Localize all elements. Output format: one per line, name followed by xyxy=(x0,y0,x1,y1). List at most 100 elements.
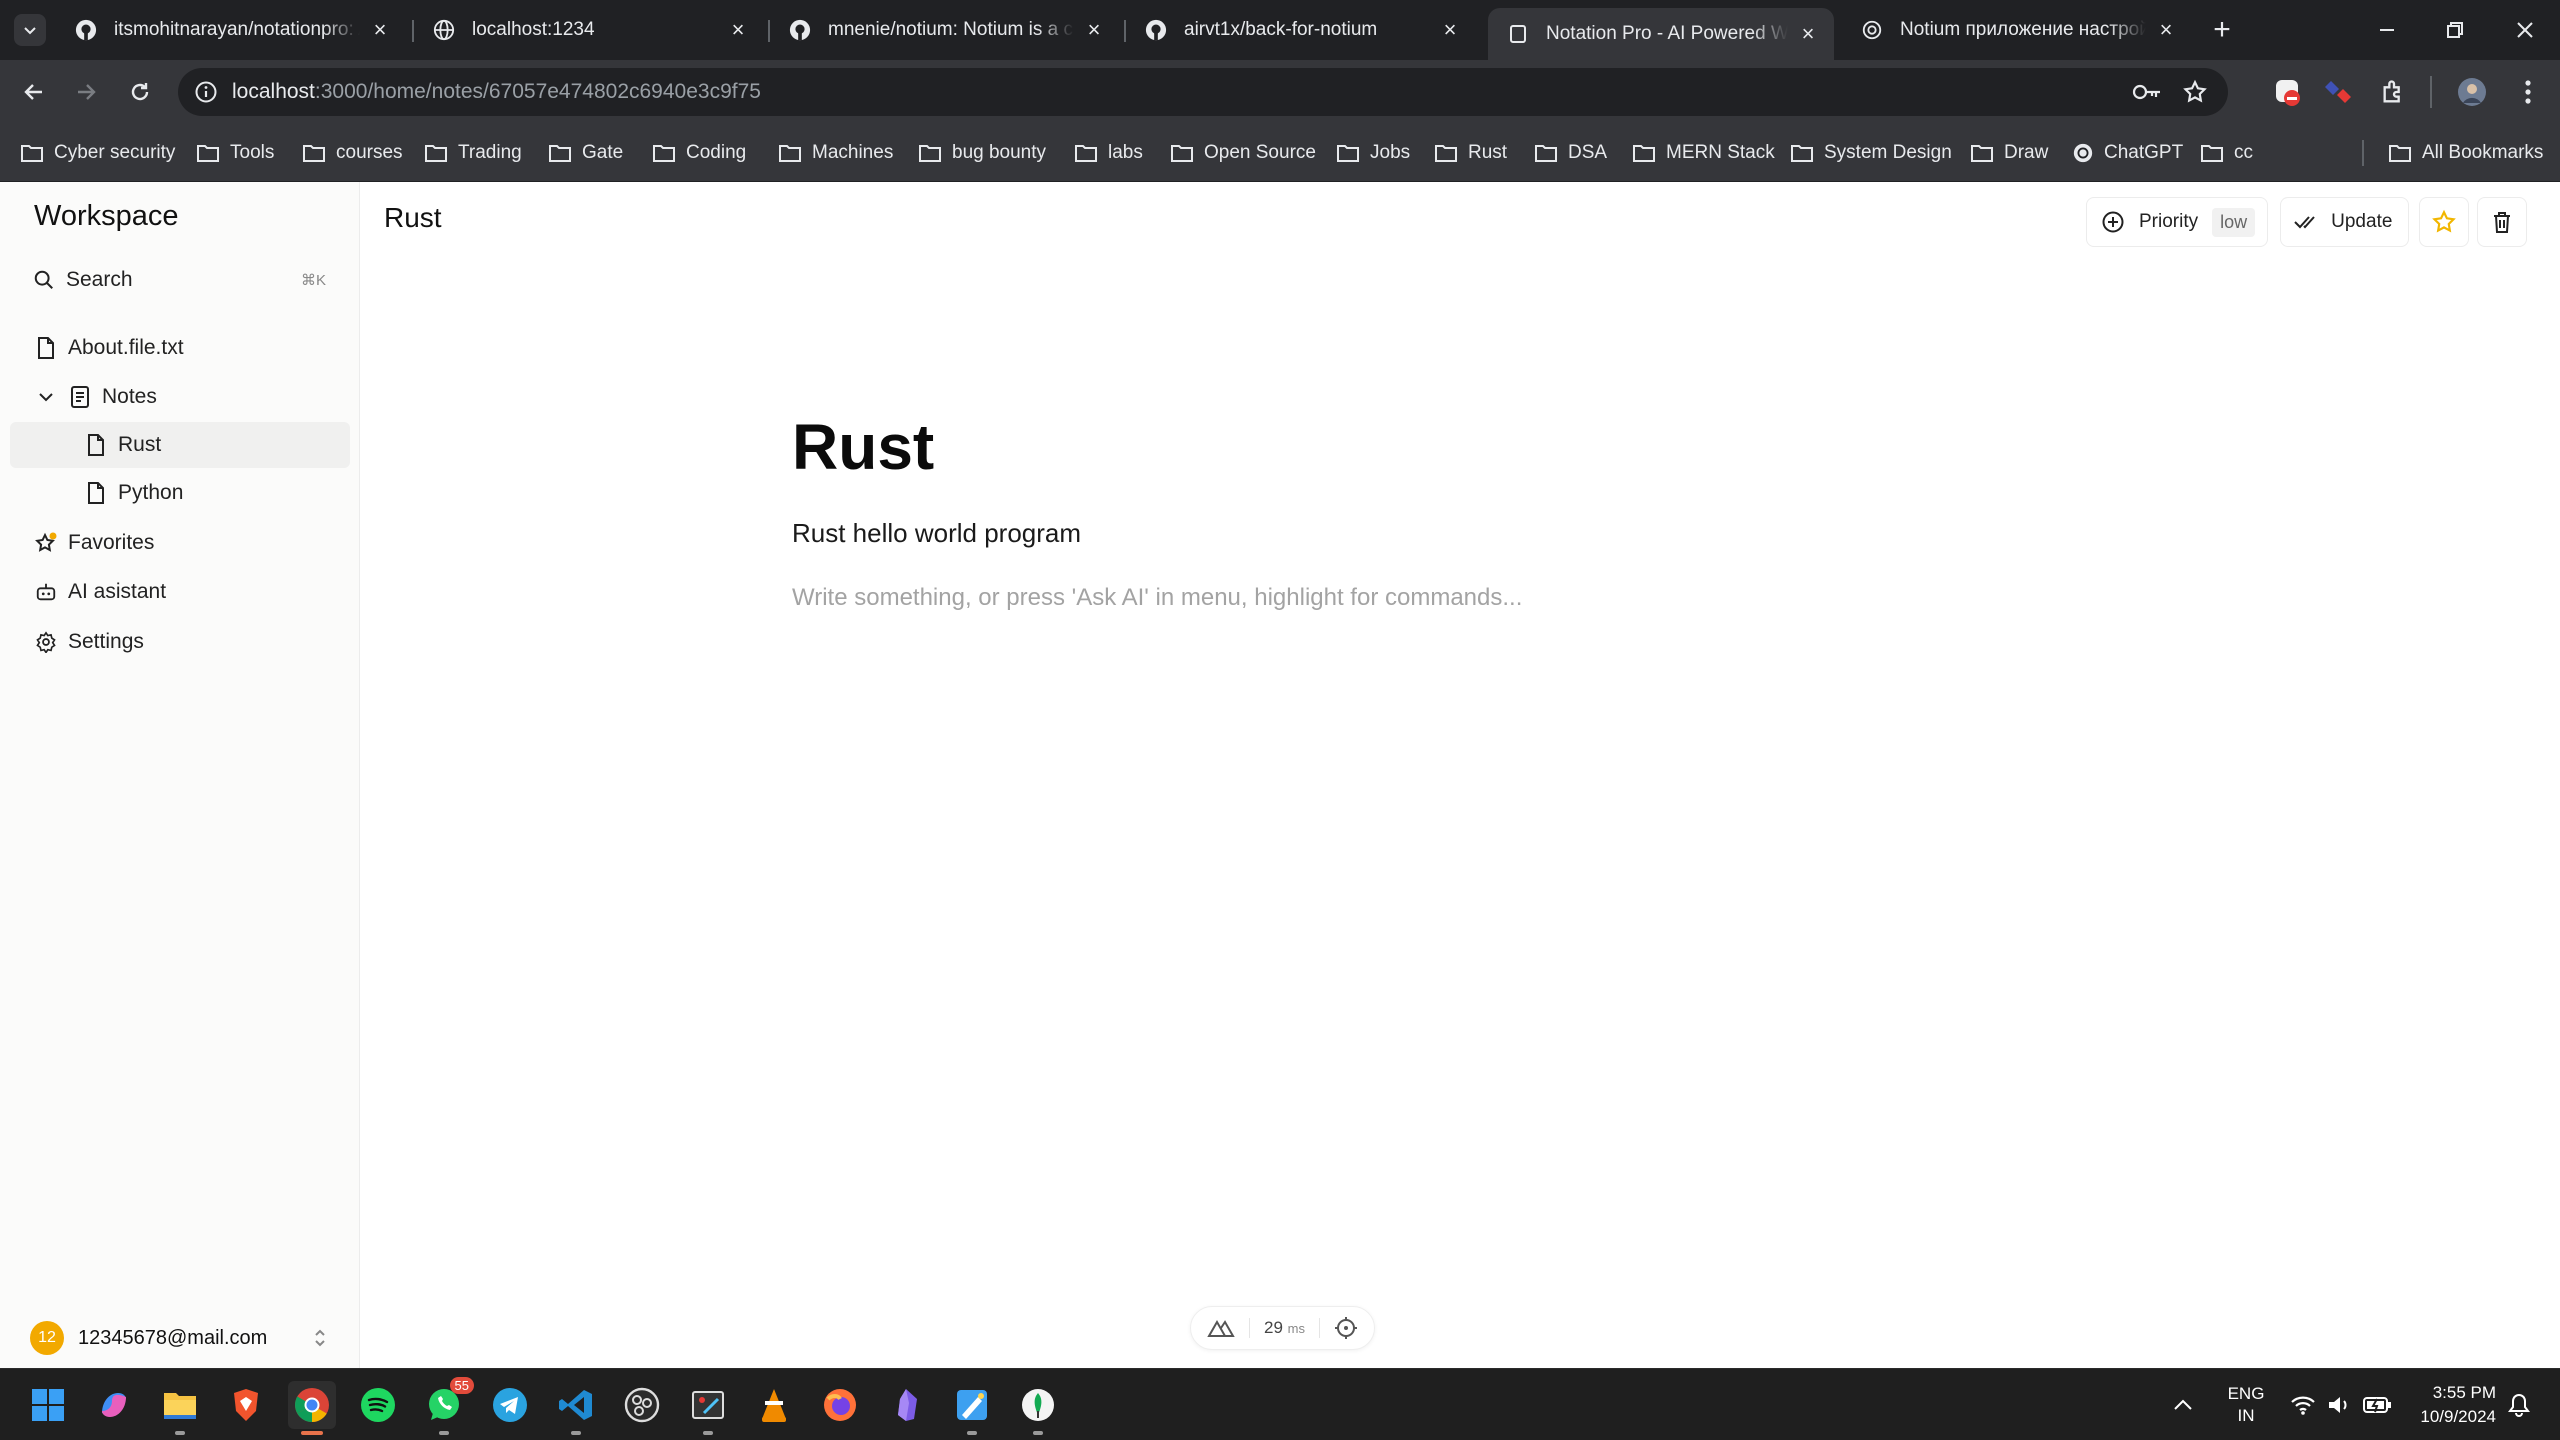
browser-tab-1[interactable]: itsmohitnarayan/notationpro: A × xyxy=(56,8,406,52)
bookmark-folder[interactable]: bug bounty xyxy=(918,136,1046,170)
chevron-down-icon[interactable] xyxy=(34,385,58,409)
bookmark-folder[interactable]: DSA xyxy=(1534,136,1607,170)
close-tab-icon[interactable]: × xyxy=(2154,17,2178,42)
brave-browser-icon[interactable] xyxy=(222,1381,270,1429)
browser-tab-3[interactable]: mnenie/notium: Notium is a clo × xyxy=(770,8,1120,52)
sidebar-item-ai-assistant[interactable]: AI asistant xyxy=(10,569,350,615)
crosshair-icon[interactable] xyxy=(1334,1316,1358,1340)
profile-avatar-icon[interactable] xyxy=(2456,76,2488,108)
spotify-icon[interactable] xyxy=(354,1381,402,1429)
obsidian-icon[interactable] xyxy=(882,1381,930,1429)
bookmark-label: ChatGPT xyxy=(2104,142,2184,163)
close-tab-icon[interactable]: × xyxy=(726,17,750,42)
password-key-icon[interactable] xyxy=(2132,81,2162,103)
close-window-icon[interactable] xyxy=(2500,10,2550,50)
new-tab-button[interactable]: + xyxy=(2206,13,2238,46)
globe-icon xyxy=(432,18,456,42)
bookmark-folder[interactable]: Open Source xyxy=(1170,136,1316,170)
bookmark-folder[interactable]: Trading xyxy=(424,136,522,170)
bookmark-label: labs xyxy=(1108,142,1143,163)
clock[interactable]: 3:55 PM 10/9/2024 xyxy=(2412,1369,2496,1440)
bookmark-star-icon[interactable] xyxy=(2182,79,2208,105)
language-line-1: ENG xyxy=(2227,1384,2265,1403)
tab-title: localhost:1234 xyxy=(472,19,595,40)
sidebar-item-settings[interactable]: Settings xyxy=(10,619,350,665)
bookmark-folder[interactable]: Gate xyxy=(548,136,623,170)
browser-tab-6[interactable]: Notium приложение настройк × xyxy=(1842,8,2192,52)
extensions-puzzle-icon[interactable] xyxy=(2378,76,2410,108)
bookmark-folder[interactable]: Machines xyxy=(778,136,893,170)
folder-icon xyxy=(779,145,801,162)
sidebar-note-python[interactable]: Python xyxy=(10,470,350,516)
vscode-icon[interactable] xyxy=(552,1381,600,1435)
sidebar-item-notes[interactable]: Notes xyxy=(10,374,350,420)
close-tab-icon[interactable]: × xyxy=(368,17,392,42)
bookmark-folder[interactable]: cc xyxy=(2200,136,2253,170)
minimize-icon[interactable] xyxy=(2362,10,2412,50)
bookmark-folder[interactable]: Coding xyxy=(652,136,746,170)
delete-button[interactable] xyxy=(2477,197,2528,247)
browser-tab-2[interactable]: localhost:1234 × xyxy=(414,8,764,52)
show-hidden-icons[interactable] xyxy=(2172,1369,2194,1440)
whatsapp-icon[interactable]: 55 xyxy=(420,1377,474,1435)
bookmark-folder[interactable]: Jobs xyxy=(1336,136,1410,170)
mongodb-compass-icon[interactable] xyxy=(1014,1381,1062,1435)
bookmark-link[interactable]: ChatGPT xyxy=(2072,136,2183,170)
notification-bell-icon[interactable] xyxy=(2508,1369,2530,1440)
bookmark-folder[interactable]: MERN Stack xyxy=(1632,136,1775,170)
address-bar[interactable]: localhost:3000/home/notes/67057e474802c6… xyxy=(178,68,2228,116)
browser-tab-4[interactable]: airvt1x/back-for-notium × xyxy=(1126,8,1476,52)
dev-tools-indicator[interactable]: 29 ms xyxy=(1190,1306,1375,1350)
nuxt-logo-icon xyxy=(1207,1318,1235,1338)
browser-tab-5-active[interactable]: Notation Pro - AI Powered Web × xyxy=(1488,8,1834,60)
forward-arrow-icon[interactable] xyxy=(66,72,106,112)
chrome-menu-icon[interactable] xyxy=(2512,76,2544,108)
close-tab-icon[interactable]: × xyxy=(1438,17,1462,42)
bookmark-label: Machines xyxy=(812,142,894,163)
vlc-icon[interactable] xyxy=(750,1381,798,1429)
favorite-button[interactable] xyxy=(2419,197,2470,247)
volume-icon[interactable] xyxy=(2326,1369,2352,1440)
chrome-taskbar-icon[interactable] xyxy=(288,1381,336,1435)
extension-red-icon[interactable] xyxy=(2272,76,2304,108)
tab-search-button[interactable] xyxy=(14,14,46,46)
file-explorer-icon[interactable] xyxy=(156,1381,204,1435)
battery-charging-icon[interactable] xyxy=(2362,1369,2392,1440)
firefox-icon[interactable] xyxy=(816,1381,864,1429)
bookmark-folder[interactable]: Draw xyxy=(1970,136,2048,170)
site-info-icon[interactable] xyxy=(194,80,218,104)
document-body-paragraph[interactable]: Rust hello world program xyxy=(792,518,1081,549)
bookmark-folder[interactable]: Rust xyxy=(1434,136,1507,170)
all-bookmarks-button[interactable]: All Bookmarks xyxy=(2388,136,2543,170)
close-tab-icon[interactable]: × xyxy=(1082,17,1106,42)
obs-icon[interactable] xyxy=(618,1381,666,1429)
bookmark-folder[interactable]: Cyber security xyxy=(20,136,175,170)
windows-start-icon[interactable] xyxy=(24,1381,72,1429)
extension-magnet-icon[interactable] xyxy=(2322,76,2354,108)
tab-title: mnenie/notium: Notium is a clo xyxy=(828,19,1074,40)
close-tab-icon[interactable]: × xyxy=(1796,21,1820,46)
reload-icon[interactable] xyxy=(120,72,160,112)
back-arrow-icon[interactable] xyxy=(14,72,54,112)
bookmark-folder[interactable]: Tools xyxy=(196,136,274,170)
wifi-icon[interactable] xyxy=(2290,1369,2316,1440)
update-label: Update xyxy=(2331,211,2393,232)
user-account-switcher[interactable]: 12 12345678@mail.com xyxy=(30,1318,340,1358)
telegram-icon[interactable] xyxy=(486,1381,534,1429)
bookmark-folder[interactable]: System Design xyxy=(1790,136,1952,170)
language-indicator[interactable]: ENG IN xyxy=(2224,1369,2268,1440)
editor-placeholder[interactable]: Write something, or press 'Ask AI' in me… xyxy=(792,584,1522,612)
copilot-icon[interactable] xyxy=(90,1381,138,1429)
document-title[interactable]: Rust xyxy=(792,410,934,484)
sidebar-note-rust[interactable]: Rust xyxy=(10,422,350,468)
update-button[interactable]: Update xyxy=(2280,197,2410,247)
sidebar-item-about-file[interactable]: About.file.txt xyxy=(10,325,350,371)
bookmark-folder[interactable]: courses xyxy=(302,136,403,170)
priority-button[interactable]: Priority low xyxy=(2086,197,2269,247)
bookmark-folder[interactable]: labs xyxy=(1074,136,1143,170)
sidebar-item-favorites[interactable]: Favorites xyxy=(10,520,350,566)
paint-icon[interactable] xyxy=(948,1381,996,1435)
sidebar-search[interactable]: Search ⌘K xyxy=(10,257,350,303)
restore-icon[interactable] xyxy=(2430,10,2480,50)
snipping-tool-icon[interactable] xyxy=(684,1381,732,1435)
